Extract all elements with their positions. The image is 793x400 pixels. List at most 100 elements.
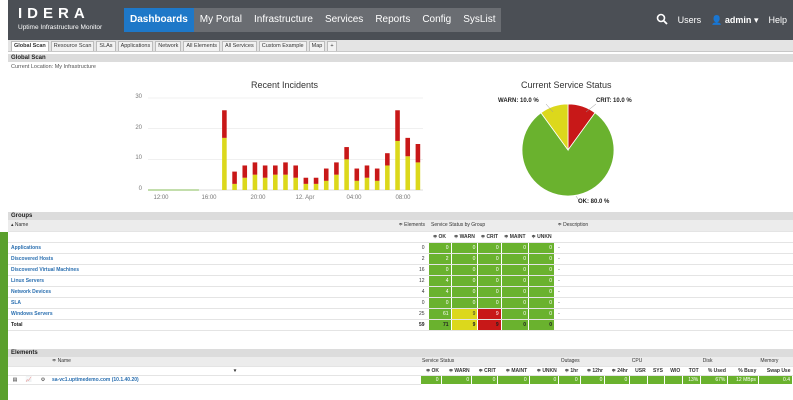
group-elements: 16	[388, 264, 428, 276]
sub-1hr[interactable]: ≑ 1hr	[558, 366, 581, 376]
services-icon[interactable]: ⚙	[36, 375, 50, 385]
col-blank	[36, 366, 50, 376]
sub-ok[interactable]: ≑ OK	[420, 366, 442, 376]
group-name[interactable]: Discovered Hosts	[8, 253, 388, 265]
graph-icon[interactable]: 📈	[22, 375, 36, 385]
col-name[interactable]: ▴ Name	[8, 220, 388, 232]
status-warn[interactable]: 9	[450, 307, 479, 320]
col-blank	[8, 366, 22, 376]
status-unkn[interactable]: 0	[528, 307, 556, 320]
status-crit[interactable]: 0	[477, 296, 502, 309]
sub-warn[interactable]: ≑ WARN	[451, 231, 478, 243]
col-element-name[interactable]: ≑ Name	[50, 357, 420, 367]
group-row[interactable]: SLA 0 0 0 0 0 0-	[8, 296, 793, 309]
status-warn[interactable]: 0	[450, 296, 479, 309]
status-warn[interactable]: 0	[450, 252, 479, 265]
group-row[interactable]: Network Devices 4 4 0 0 0 0-	[8, 285, 793, 298]
col-service-status: Service Status	[420, 357, 559, 367]
disk-busy: 12 MBps	[727, 374, 759, 385]
sub-crit[interactable]: ≑ CRIT	[477, 231, 502, 243]
status-crit[interactable]: 0	[477, 285, 502, 298]
pie-label-ok: OK: 80.0 %	[578, 199, 610, 205]
elements-header: Elements	[8, 349, 793, 357]
groups-table: ▴ Name ≑ Elements Service Status by Grou…	[8, 220, 793, 331]
sub-unkn[interactable]: ≑ UNKN	[529, 366, 559, 376]
pie-label-crit: CRIT: 10.0 %	[596, 98, 632, 104]
status-ok[interactable]: 0	[427, 263, 452, 276]
status-ok[interactable]: 0	[427, 296, 452, 309]
status-unkn[interactable]: 0	[528, 263, 556, 276]
element-row[interactable]: ▤ 📈 ⚙ sa-vc1.uptimedemo.com (10.1.40.20)…	[8, 374, 793, 385]
status-maint[interactable]: 0	[500, 274, 530, 287]
group-name[interactable]: Discovered Virtual Machines	[8, 264, 388, 276]
status-warn[interactable]: 0	[440, 374, 473, 385]
status-unkn[interactable]: 0	[528, 274, 556, 287]
group-row[interactable]: Discovered Hosts 2 2 0 0 0 0-	[8, 252, 793, 265]
elements-table: ≑ Name Service Status Outages CPU Disk M…	[8, 357, 793, 385]
status-maint[interactable]: 0	[500, 296, 530, 309]
status-maint[interactable]: 0	[500, 307, 530, 320]
group-row[interactable]: Discovered Virtual Machines 16 0 0 0 0 0-	[8, 263, 793, 276]
status-unkn[interactable]: 0	[528, 252, 556, 265]
status-ok[interactable]: 61	[427, 307, 452, 320]
status-ok[interactable]: 0	[419, 374, 442, 385]
group-name[interactable]: SLA	[8, 297, 388, 309]
status-ok[interactable]: 2	[427, 252, 452, 265]
sub-warn[interactable]: ≑ WARN	[441, 366, 472, 376]
status-warn[interactable]: 0	[450, 241, 479, 254]
sub-24hr[interactable]: ≑ 24hr	[604, 366, 630, 376]
status-unkn[interactable]: 0	[528, 285, 556, 298]
col-elements[interactable]: ≑ Elements	[388, 220, 428, 232]
status-ok[interactable]: 0	[427, 241, 452, 254]
status-crit[interactable]: 9	[477, 307, 502, 320]
sub-maint[interactable]: ≑ MAINT	[497, 366, 530, 376]
status-ok[interactable]: 4	[427, 274, 452, 287]
status-maint[interactable]: 0	[500, 318, 530, 331]
sub-ok[interactable]: ≑ OK	[428, 231, 451, 243]
status-ok[interactable]: 71	[427, 318, 452, 331]
group-elements: 4	[388, 286, 428, 298]
group-name[interactable]: Linux Servers	[8, 275, 388, 287]
sub-12hr[interactable]: ≑ 12hr	[580, 366, 605, 376]
status-ok[interactable]: 4	[427, 285, 452, 298]
sub-busy: % Busy	[727, 366, 759, 376]
service-status-pie	[521, 103, 615, 203]
sub-sys: SYS	[647, 366, 665, 376]
status-crit[interactable]: 0	[477, 274, 502, 287]
status-crit[interactable]: 9	[477, 318, 502, 331]
group-elements: 0	[388, 242, 428, 254]
sub-crit[interactable]: ≑ CRIT	[471, 366, 498, 376]
status-warn[interactable]: 9	[450, 318, 479, 331]
status-maint[interactable]: 0	[497, 374, 530, 385]
element-type-icon: ▤	[8, 375, 22, 385]
sub-maint[interactable]: ≑ MAINT	[501, 231, 529, 243]
status-maint[interactable]: 0	[500, 252, 530, 265]
element-name[interactable]: sa-vc1.uptimedemo.com (10.1.40.20)	[50, 375, 420, 385]
status-maint[interactable]: 0	[500, 263, 530, 276]
status-crit[interactable]: 0	[471, 374, 499, 385]
status-unkn[interactable]: 0	[528, 241, 556, 254]
status-maint[interactable]: 0	[500, 285, 530, 298]
status-maint[interactable]: 0	[500, 241, 530, 254]
status-unkn[interactable]: 0	[528, 296, 556, 309]
status-crit[interactable]: 0	[477, 241, 502, 254]
sub-unkn[interactable]: ≑ UNKN	[528, 231, 555, 243]
group-name[interactable]: Windows Servers	[8, 308, 388, 320]
status-crit[interactable]: 0	[477, 263, 502, 276]
group-row[interactable]: Applications 0 0 0 0 0 0-	[8, 241, 793, 254]
status-crit[interactable]: 0	[477, 252, 502, 265]
col-description[interactable]: ≑ Description	[554, 220, 793, 232]
group-name[interactable]: Applications	[8, 242, 388, 254]
status-warn[interactable]: 0	[450, 263, 479, 276]
groups-header: Groups	[8, 212, 793, 220]
status-unkn[interactable]: 0	[528, 318, 556, 331]
status-warn[interactable]: 0	[450, 274, 479, 287]
sub-wio: WIO	[664, 366, 683, 376]
group-row[interactable]: Linux Servers 12 4 0 0 0 0-	[8, 274, 793, 287]
status-warn[interactable]: 0	[450, 285, 479, 298]
group-row[interactable]: Windows Servers 25 61 9 9 0 0-	[8, 307, 793, 320]
group-elements: 59	[388, 319, 428, 331]
left-accent-bar	[0, 232, 8, 400]
group-name[interactable]: Network Devices	[8, 286, 388, 298]
status-unkn[interactable]: 0	[528, 374, 560, 385]
